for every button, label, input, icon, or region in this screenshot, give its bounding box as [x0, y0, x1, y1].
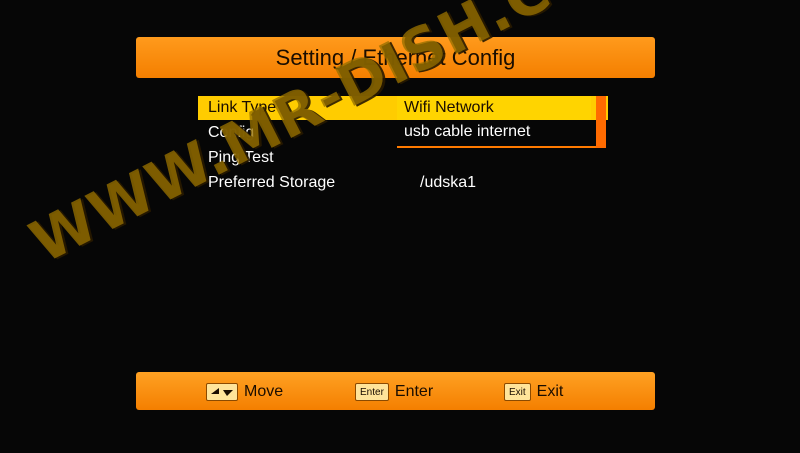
stb-screen: Setting / Ethernet Config Link Type Wifi…	[0, 0, 800, 453]
menu-item-label: Preferred Storage	[208, 173, 336, 191]
dropdown-underline	[397, 146, 596, 148]
link-type-dropdown[interactable]: Wifi Network	[397, 96, 591, 120]
dropdown-option-selected[interactable]: Wifi Network	[404, 99, 494, 117]
help-enter: Enter Enter	[355, 381, 433, 403]
menu-item-config[interactable]: Config usb cable internet	[198, 120, 608, 145]
menu-item-label: Ping Test	[208, 148, 274, 166]
menu-item-ping-test[interactable]: Ping Test	[198, 145, 608, 170]
footer-help-bar: Move Enter Enter Exit Exit	[136, 372, 655, 410]
dropdown-scrollbar[interactable]	[596, 96, 606, 148]
dropdown-option-label[interactable]: usb cable internet	[404, 123, 530, 141]
page-title: Setting / Ethernet Config	[275, 44, 516, 70]
menu-item-value: /udska1	[420, 173, 477, 191]
help-move: Move	[206, 381, 283, 403]
menu-item-link-type[interactable]: Link Type Wifi Network	[198, 96, 608, 120]
help-move-label: Move	[244, 383, 284, 400]
help-enter-label: Enter	[394, 383, 434, 400]
help-exit-label: Exit	[536, 383, 564, 400]
enter-key-icon: Enter	[355, 383, 389, 401]
menu-item-preferred-storage[interactable]: Preferred Storage /udska1	[198, 170, 608, 195]
exit-key-icon: Exit	[504, 383, 531, 401]
menu-item-label: Config	[208, 123, 255, 141]
menu-item-label: Link Type	[208, 99, 277, 116]
help-exit: Exit Exit	[504, 381, 563, 403]
up-down-arrows-icon	[206, 383, 238, 401]
dropdown-option[interactable]: usb cable internet	[397, 120, 591, 144]
title-bar: Setting / Ethernet Config	[136, 37, 655, 78]
